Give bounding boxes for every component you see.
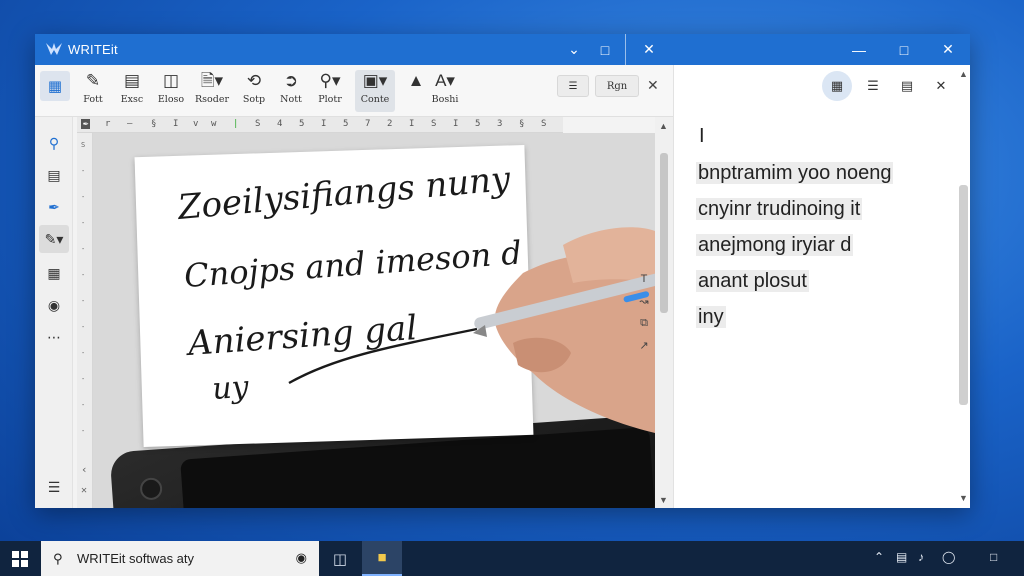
ribbon-item-shape[interactable]: ▣▾ Conte xyxy=(355,70,395,112)
recognition-toolbar: ▦ ☰ ▤ ✕ xyxy=(674,65,971,105)
document-icon: 🗎▾ xyxy=(200,71,224,90)
title-divider xyxy=(625,34,626,65)
region-button[interactable]: Rgn xyxy=(595,75,639,97)
editor-scrollbar[interactable]: ▲ ▼ xyxy=(655,117,673,508)
canvas-mini-toolbar: T ↝ ⧉ ↗ xyxy=(635,273,653,361)
microphone-icon[interactable]: ◉ xyxy=(296,550,307,566)
app-logo-icon xyxy=(46,43,62,55)
restore-button[interactable]: □ xyxy=(583,34,627,65)
recognition-scrollbar[interactable]: ▲ ▼ xyxy=(956,65,971,508)
hand-with-stylus xyxy=(473,227,655,433)
recognized-line-3: anejmong iryiar d xyxy=(696,234,854,256)
pointer-icon[interactable]: ↝ xyxy=(635,295,653,317)
recognized-line-5: iny xyxy=(696,306,726,328)
search-icon: ⚲ xyxy=(53,550,63,566)
lasso-icon: ⟲ xyxy=(246,71,262,90)
close-pane-button[interactable]: ✕ xyxy=(627,34,671,65)
ribbon-item-font[interactable]: A▾ Boshi xyxy=(425,70,465,112)
ribbon-item-columns[interactable]: ◫ Eloso xyxy=(151,70,191,112)
zoom-icon[interactable]: ⚲ xyxy=(39,129,69,157)
ruler-tool-icon[interactable]: ✒ xyxy=(81,119,91,129)
tool-sidebar: ⚲ ▤ ✒ ✎▾ ▦ ◉ ⋯ ☰ xyxy=(35,117,73,508)
start-button[interactable] xyxy=(0,541,40,576)
app-window: WRITEit ⌄ □ ✕ — □ ✕ ▦ ✎ Fott ▤ Exsc ◫ El… xyxy=(35,34,970,508)
minimize-button[interactable]: — xyxy=(837,34,881,65)
editor-pane: ▦ ✎ Fott ▤ Exsc ◫ Eloso 🗎▾ Rsoder ⟲ Sotp xyxy=(35,65,673,508)
menu-icon[interactable]: ☰ xyxy=(39,473,69,501)
list-icon[interactable]: ☰ xyxy=(858,71,888,101)
grid-icon[interactable]: ▦ xyxy=(40,71,70,101)
ribbon-item-lasso[interactable]: ⟲ Sotp xyxy=(234,70,274,112)
horizontal-ruler[interactable]: ✒ r – § I v w | S 4 5 I 5 7 2 I S I 5 3 … xyxy=(77,117,563,133)
text-icon: ➲ xyxy=(283,71,299,90)
pen-icon: ✎ xyxy=(85,71,101,90)
vertical-ruler[interactable]: S - - - - - - - - - - - ‹ ✕ xyxy=(77,133,93,508)
ribbon-item-text[interactable]: ➲ Nott xyxy=(271,70,311,112)
highlighter-icon[interactable]: ✎▾ xyxy=(39,225,69,253)
shape-icon: ▣▾ xyxy=(362,71,388,90)
stamp-icon[interactable]: ◉ xyxy=(39,291,69,319)
ribbon-close-button[interactable]: ✕ xyxy=(647,77,659,94)
more-icon[interactable]: ⋯ xyxy=(39,323,69,351)
taskbar: ⚲ WRITEit softwas aty ◉ ◫ ■ ⌃ ▤ ♪ ◯ □ xyxy=(0,541,1024,576)
ribbon-item-layout[interactable]: ▤ Exsc xyxy=(112,70,152,112)
file-explorer-icon[interactable]: ■ xyxy=(362,541,402,576)
title-bar[interactable]: WRITEit ⌄ □ ✕ — □ ✕ xyxy=(35,34,970,65)
drawing-canvas[interactable]: Zoeilysifiangs nuny Cnojps and imeson d … xyxy=(93,133,655,508)
text-cursor: I xyxy=(699,125,705,147)
ribbon-toolbar: ▦ ✎ Fott ▤ Exsc ◫ Eloso 🗎▾ Rsoder ⟲ Sotp xyxy=(35,65,673,117)
scroll-thumb[interactable] xyxy=(959,185,968,405)
layout-icon: ▤ xyxy=(123,71,141,90)
pen-tool-icon[interactable]: ✒ xyxy=(39,193,69,221)
search-icon: ⚲▾ xyxy=(319,71,341,90)
recognized-text[interactable]: bnptramim yoo noeng cnyinr trudinoing it… xyxy=(696,155,894,335)
view-toggle-button[interactable]: ☰ xyxy=(557,75,589,97)
task-view-icon[interactable]: ◫ xyxy=(320,541,360,576)
scroll-down-icon[interactable]: ▼ xyxy=(959,493,968,503)
comment-icon[interactable]: ▤ xyxy=(892,71,922,101)
recognized-line-4: anant plosut xyxy=(696,270,809,292)
font-icon: A▾ xyxy=(435,71,455,90)
text-tool-icon[interactable]: T xyxy=(635,273,653,295)
recognition-pane: ▦ ☰ ▤ ✕ I bnptramim yoo noeng cnyinr tru… xyxy=(673,65,970,508)
page-icon[interactable]: ▤ xyxy=(39,161,69,189)
close-pane-icon[interactable]: ✕ xyxy=(926,71,956,101)
scroll-down-icon[interactable]: ▼ xyxy=(659,495,668,505)
grid-view-icon[interactable]: ▦ xyxy=(822,71,852,101)
notification-icon[interactable]: □ xyxy=(990,550,997,564)
windows-icon xyxy=(12,550,28,567)
tray-chevron-icon[interactable]: ⌃ xyxy=(874,550,884,564)
ribbon-item-search[interactable]: ⚲▾ Plotr xyxy=(310,70,350,112)
close-button[interactable]: ✕ xyxy=(926,34,970,65)
search-text: WRITEit softwas aty xyxy=(77,551,195,566)
recognized-line-2: cnyinr trudinoing it xyxy=(696,198,863,220)
pen-workspace-icon[interactable]: ◯ xyxy=(942,550,955,564)
columns-icon: ◫ xyxy=(162,71,180,90)
scroll-thumb[interactable] xyxy=(660,153,668,313)
app-title: WRITEit xyxy=(68,42,118,57)
scroll-up-icon[interactable]: ▲ xyxy=(959,69,968,79)
volume-icon[interactable]: ♪ xyxy=(918,550,924,564)
scroll-up-icon[interactable]: ▲ xyxy=(659,121,668,131)
expand-icon[interactable]: ↗ xyxy=(635,339,653,361)
ribbon-item-document[interactable]: 🗎▾ Rsoder xyxy=(192,70,232,112)
maximize-button[interactable]: □ xyxy=(882,34,926,65)
taskbar-search[interactable]: ⚲ WRITEit softwas aty ◉ xyxy=(41,541,319,576)
copy-icon[interactable]: ⧉ xyxy=(635,317,653,339)
ribbon-item-pen[interactable]: ✎ Fott xyxy=(73,70,113,112)
layers-icon[interactable]: ▦ xyxy=(39,259,69,287)
network-icon[interactable]: ▤ xyxy=(896,550,907,564)
recognized-line-1: bnptramim yoo noeng xyxy=(696,162,894,184)
